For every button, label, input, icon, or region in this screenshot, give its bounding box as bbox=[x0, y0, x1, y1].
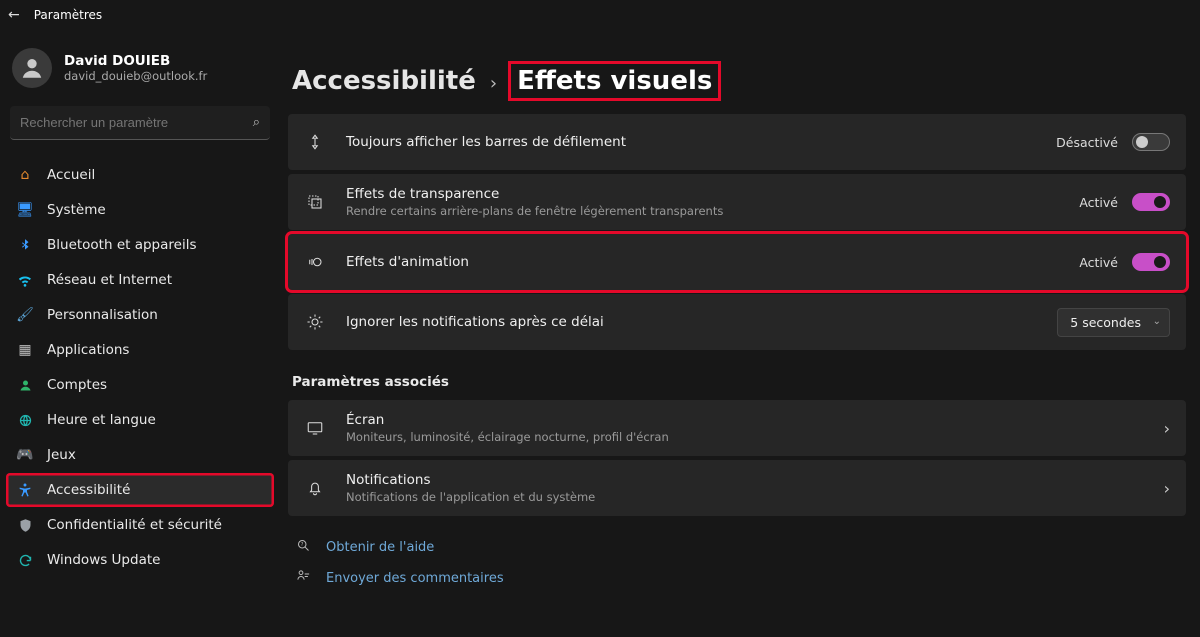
related-title: Notifications bbox=[346, 472, 1146, 488]
link-label: Envoyer des commentaires bbox=[326, 571, 504, 586]
setting-subtitle: Rendre certains arrière-plans de fenêtre… bbox=[346, 204, 1061, 218]
main-panel: Accessibilité › Effets visuels Toujours … bbox=[280, 30, 1200, 637]
sidebar-item-label: Personnalisation bbox=[47, 307, 158, 323]
setting-title: Ignorer les notifications après ce délai bbox=[346, 314, 1039, 330]
toggle-transparency[interactable] bbox=[1132, 193, 1170, 211]
scrollbars-icon bbox=[302, 133, 328, 151]
toggle-state-label: Activé bbox=[1079, 255, 1118, 270]
accounts-icon bbox=[16, 376, 34, 394]
sidebar-item-time-language[interactable]: Heure et langue bbox=[6, 403, 274, 437]
accessibility-icon bbox=[16, 481, 34, 499]
breadcrumb-parent[interactable]: Accessibilité bbox=[292, 66, 476, 96]
screen-icon bbox=[302, 419, 328, 437]
related-subtitle: Moniteurs, luminosité, éclairage nocturn… bbox=[346, 430, 1146, 444]
svg-text:?: ? bbox=[300, 542, 303, 548]
related-screen[interactable]: Écran Moniteurs, luminosité, éclairage n… bbox=[288, 400, 1186, 456]
chevron-right-icon: › bbox=[1164, 419, 1170, 438]
avatar bbox=[12, 48, 52, 88]
sidebar-item-label: Heure et langue bbox=[47, 412, 156, 428]
sidebar-item-label: Jeux bbox=[47, 447, 76, 463]
sidebar-item-label: Accessibilité bbox=[47, 482, 130, 498]
sidebar-item-label: Accueil bbox=[47, 167, 95, 183]
app-title: Paramètres bbox=[34, 8, 102, 22]
toggle-state-label: Activé bbox=[1079, 195, 1118, 210]
sidebar-item-home[interactable]: ⌂ Accueil bbox=[6, 158, 274, 192]
dropdown-value: 5 secondes bbox=[1070, 315, 1141, 330]
sidebar-item-privacy[interactable]: Confidentialité et sécurité bbox=[6, 508, 274, 542]
network-icon bbox=[16, 271, 34, 289]
privacy-icon bbox=[16, 516, 34, 534]
related-notifications[interactable]: Notifications Notifications de l'applica… bbox=[288, 460, 1186, 516]
setting-animation[interactable]: Effets d'animation Activé bbox=[288, 234, 1186, 290]
system-icon: 🖥 bbox=[16, 201, 34, 219]
sidebar-item-bluetooth[interactable]: Bluetooth et appareils bbox=[6, 228, 274, 262]
user-email: david_douieb@outlook.fr bbox=[64, 69, 207, 83]
breadcrumb: Accessibilité › Effets visuels bbox=[288, 64, 1190, 98]
user-account[interactable]: David DOUIEB david_douieb@outlook.fr bbox=[6, 38, 274, 106]
sidebar: David DOUIEB david_douieb@outlook.fr ⌕ ⌂… bbox=[0, 30, 280, 637]
toggle-scrollbars[interactable] bbox=[1132, 133, 1170, 151]
feedback-icon bbox=[294, 569, 312, 588]
transparency-icon bbox=[302, 193, 328, 211]
setting-scrollbars[interactable]: Toujours afficher les barres de défileme… bbox=[288, 114, 1186, 170]
search-box[interactable]: ⌕ bbox=[10, 106, 270, 140]
animation-icon bbox=[302, 253, 328, 271]
bell-icon bbox=[302, 479, 328, 497]
toggle-animation[interactable] bbox=[1132, 253, 1170, 271]
setting-transparency[interactable]: Effets de transparence Rendre certains a… bbox=[288, 174, 1186, 230]
chevron-right-icon: › bbox=[1164, 479, 1170, 498]
sidebar-item-label: Confidentialité et sécurité bbox=[47, 517, 222, 533]
sidebar-item-accessibility[interactable]: Accessibilité bbox=[6, 473, 274, 507]
search-icon: ⌕ bbox=[253, 115, 260, 130]
sidebar-item-apps[interactable]: ▦ Applications bbox=[6, 333, 274, 367]
help-icon: ? bbox=[294, 538, 312, 557]
brightness-icon bbox=[302, 313, 328, 331]
sidebar-item-label: Bluetooth et appareils bbox=[47, 237, 197, 253]
link-get-help[interactable]: ? Obtenir de l'aide bbox=[294, 538, 1190, 557]
link-label: Obtenir de l'aide bbox=[326, 540, 434, 555]
sidebar-item-system[interactable]: 🖥 Système bbox=[6, 193, 274, 227]
sidebar-item-label: Applications bbox=[47, 342, 129, 358]
sidebar-item-label: Windows Update bbox=[47, 552, 160, 568]
sidebar-item-label: Système bbox=[47, 202, 106, 218]
sidebar-item-label: Comptes bbox=[47, 377, 107, 393]
sidebar-item-gaming[interactable]: 🎮 Jeux bbox=[6, 438, 274, 472]
titlebar: ← Paramètres bbox=[0, 0, 1200, 30]
home-icon: ⌂ bbox=[16, 166, 34, 184]
bluetooth-icon bbox=[16, 236, 34, 254]
back-icon[interactable]: ← bbox=[8, 7, 20, 23]
related-title: Écran bbox=[346, 412, 1146, 428]
chevron-down-icon: ⌄ bbox=[1153, 316, 1161, 327]
link-feedback[interactable]: Envoyer des commentaires bbox=[294, 569, 1190, 588]
setting-title: Effets de transparence bbox=[346, 186, 1061, 202]
gaming-icon: 🎮 bbox=[16, 446, 34, 464]
sidebar-item-label: Réseau et Internet bbox=[47, 272, 172, 288]
toggle-state-label: Désactivé bbox=[1056, 135, 1118, 150]
windows-update-icon bbox=[16, 551, 34, 569]
sidebar-item-windows-update[interactable]: Windows Update bbox=[6, 543, 274, 577]
setting-title: Effets d'animation bbox=[346, 254, 1061, 270]
dropdown-notifications-delay[interactable]: 5 secondes ⌄ bbox=[1057, 308, 1170, 337]
sidebar-item-network[interactable]: Réseau et Internet bbox=[6, 263, 274, 297]
apps-icon: ▦ bbox=[16, 341, 34, 359]
sidebar-item-personalization[interactable]: 🖌 Personnalisation bbox=[6, 298, 274, 332]
personalization-icon: 🖌 bbox=[16, 306, 34, 324]
setting-notifications-delay[interactable]: Ignorer les notifications après ce délai… bbox=[288, 294, 1186, 350]
sidebar-item-accounts[interactable]: Comptes bbox=[6, 368, 274, 402]
breadcrumb-current: Effets visuels bbox=[511, 64, 718, 98]
related-subtitle: Notifications de l'application et du sys… bbox=[346, 490, 1146, 504]
time-language-icon bbox=[16, 411, 34, 429]
related-heading: Paramètres associés bbox=[292, 374, 1190, 390]
user-name: David DOUIEB bbox=[64, 53, 207, 69]
setting-title: Toujours afficher les barres de défileme… bbox=[346, 134, 1038, 150]
chevron-right-icon: › bbox=[490, 73, 497, 94]
search-input[interactable] bbox=[20, 115, 253, 130]
